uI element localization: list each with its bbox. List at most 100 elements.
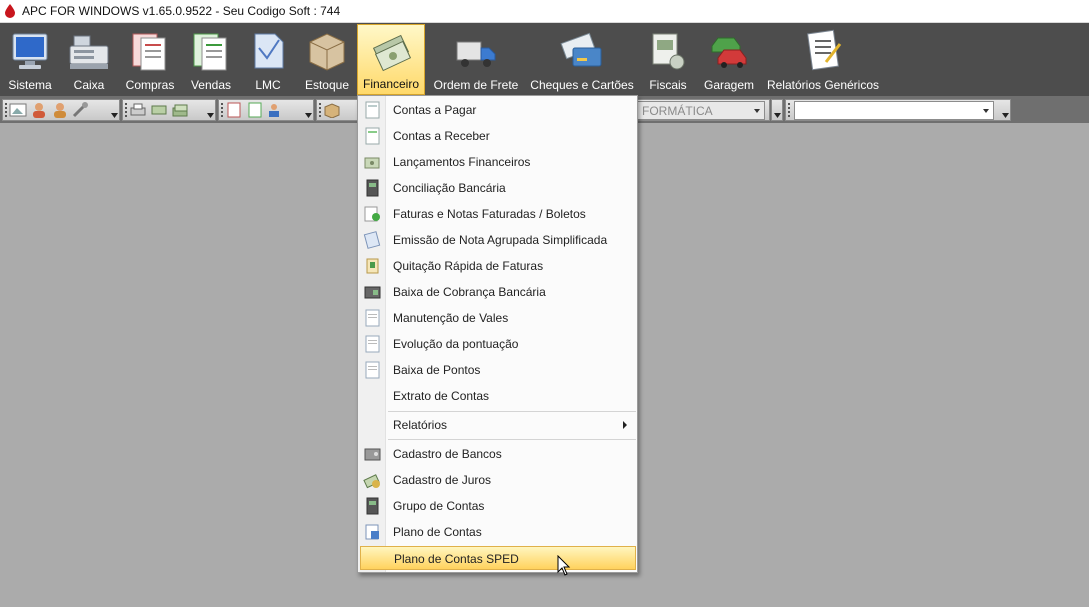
mouse-cursor-icon	[557, 555, 571, 576]
ribbon-label: Fiscais	[649, 78, 687, 92]
interest-icon	[363, 474, 380, 489]
sales-docs-icon	[193, 33, 227, 71]
ribbon-relatorios-genericos[interactable]: Relatórios Genéricos	[766, 24, 880, 95]
menu-item-evolucao-pontuacao[interactable]: Evolução da pontuação	[360, 332, 636, 356]
menu-item-plano-contas-sped[interactable]: Plano de Contas SPED	[360, 546, 636, 570]
toolbar-grip[interactable]	[319, 103, 321, 117]
toolbar-grip[interactable]	[788, 103, 790, 117]
toolbar-grip[interactable]	[5, 103, 7, 117]
chart-of-accounts-icon	[365, 524, 379, 540]
ribbon-sistema[interactable]: Sistema	[3, 24, 57, 95]
ribbon-label: Garagem	[703, 78, 755, 92]
lmc-doc-icon	[254, 33, 284, 69]
bank-collection-icon	[364, 286, 381, 299]
toolbar-dropdown-icon[interactable]	[774, 113, 781, 118]
toolbar-group-3	[218, 99, 314, 121]
menu-item-cadastro-juros[interactable]: Cadastro de Juros	[360, 468, 636, 492]
menu-item-plano-contas[interactable]: Plano de Contas	[360, 520, 636, 544]
toolbar-grip[interactable]	[221, 103, 223, 117]
image-tool-icon[interactable]	[9, 102, 27, 118]
printer-icon[interactable]	[129, 102, 147, 118]
toolbar-group-5: FORMÁTICA	[634, 99, 770, 121]
ribbon-cheques-e-cartoes[interactable]: Cheques e Cartões	[530, 24, 634, 95]
menu-item-faturas[interactable]: Faturas e Notas Faturadas / Boletos	[360, 202, 636, 226]
toolbar-group-2	[122, 99, 216, 121]
menu-item-contas-a-receber[interactable]: Contas a Receber	[360, 124, 636, 148]
purchase-docs-icon	[132, 33, 166, 71]
ribbon-label: Financeiro	[362, 77, 420, 91]
menu-item-baixa-pontos[interactable]: Baixa de Pontos	[360, 358, 636, 382]
menu-item-lancamentos-financeiros[interactable]: Lançamentos Financeiros	[360, 150, 636, 174]
tools-icon[interactable]	[72, 102, 90, 118]
ribbon-caixa[interactable]: Caixa	[63, 24, 115, 95]
document-red-icon[interactable]	[225, 102, 243, 118]
toolbar-grip[interactable]	[125, 103, 127, 117]
menu-item-manutencao-vales[interactable]: Manutenção de Vales	[360, 306, 636, 330]
chevron-down-icon[interactable]	[754, 109, 760, 113]
ribbon-garagem[interactable]: Garagem	[700, 24, 758, 95]
main-ribbon: Sistema Caixa Compras Vendas LMC Estoque…	[0, 23, 1089, 96]
ribbon-estoque[interactable]: Estoque	[300, 24, 354, 95]
menu-item-cadastro-bancos[interactable]: Cadastro de Bancos	[360, 442, 636, 466]
fiscal-docs-icon	[652, 33, 685, 70]
menu-item-quitacao-rapida[interactable]: Quitação Rápida de Faturas	[360, 254, 636, 278]
money-icon	[372, 34, 412, 72]
person-computer-icon[interactable]	[267, 102, 285, 118]
ribbon-label: Ordem de Frete	[433, 78, 519, 92]
menu-separator	[388, 411, 636, 412]
ribbon-compras[interactable]: Compras	[120, 24, 180, 95]
menu-item-relatorios[interactable]: Relatórios	[360, 413, 636, 437]
company-combo[interactable]: FORMÁTICA	[637, 101, 765, 120]
user-icon[interactable]	[30, 102, 48, 118]
ribbon-label: Estoque	[304, 78, 350, 92]
entries-icon	[364, 157, 380, 169]
ribbon-lmc[interactable]: LMC	[244, 24, 292, 95]
money-stack-icon[interactable]	[171, 102, 189, 118]
menu-separator	[388, 439, 636, 440]
title-bar: APC FOR WINDOWS v1.65.0.9522 - Seu Codig…	[0, 0, 1089, 23]
menu-item-contas-a-pagar[interactable]: Contas a Pagar	[360, 98, 636, 122]
ribbon-label: Vendas	[190, 78, 232, 92]
ribbon-vendas[interactable]: Vendas	[185, 24, 237, 95]
toolbar-group-6	[785, 99, 1011, 121]
users-icon[interactable]	[51, 102, 69, 118]
truck-icon	[456, 41, 496, 67]
ribbon-financeiro[interactable]: Financeiro	[357, 24, 425, 95]
filter-combo[interactable]	[794, 101, 994, 120]
ribbon-label: Sistema	[8, 78, 52, 92]
monitor-icon	[12, 33, 48, 69]
points-evolution-icon	[365, 335, 380, 353]
menu-item-baixa-cobranca[interactable]: Baixa de Cobrança Bancária	[360, 280, 636, 304]
money-transfer-icon[interactable]	[150, 102, 168, 118]
ribbon-label: Caixa	[73, 78, 105, 92]
financeiro-menu: Contas a Pagar Contas a Receber Lançamen…	[357, 95, 638, 573]
points-writeoff-icon	[365, 361, 380, 379]
cars-icon	[711, 37, 747, 68]
menu-item-extrato-contas[interactable]: Extrato de Contas	[360, 384, 636, 408]
voucher-icon	[365, 309, 380, 327]
submenu-arrow-icon	[623, 421, 627, 429]
cash-register-icon	[69, 35, 109, 69]
cheque-card-icon	[560, 32, 602, 67]
box-tool-icon[interactable]	[323, 102, 341, 118]
toolbar-dropdown-icon[interactable]	[305, 113, 312, 118]
ribbon-label: Cheques e Cartões	[530, 78, 634, 92]
company-combo-value: FORMÁTICA	[642, 104, 713, 118]
toolbar-dropdown-icon[interactable]	[111, 113, 118, 118]
ribbon-label: Relatórios Genéricos	[766, 78, 880, 92]
toolbar-group-4	[316, 99, 360, 121]
ribbon-ordem-de-frete[interactable]: Ordem de Frete	[430, 24, 522, 95]
toolbar-dropdown-icon[interactable]	[1002, 113, 1009, 118]
chevron-down-icon[interactable]	[983, 109, 989, 113]
menu-item-conciliacao-bancaria[interactable]: Conciliação Bancária	[360, 176, 636, 200]
ribbon-label: LMC	[255, 78, 281, 92]
menu-item-grupo-contas[interactable]: Grupo de Contas	[360, 494, 636, 518]
ribbon-fiscais[interactable]: Fiscais	[645, 24, 691, 95]
app-logo-icon	[5, 4, 15, 18]
toolbar-dropdown-icon[interactable]	[207, 113, 214, 118]
ribbon-label: Compras	[125, 78, 175, 92]
document-green-icon[interactable]	[246, 102, 264, 118]
toolbar-group-1	[2, 99, 120, 121]
menu-item-nota-agrupada[interactable]: Emissão de Nota Agrupada Simplificada	[360, 228, 636, 252]
bank-icon	[364, 448, 381, 461]
